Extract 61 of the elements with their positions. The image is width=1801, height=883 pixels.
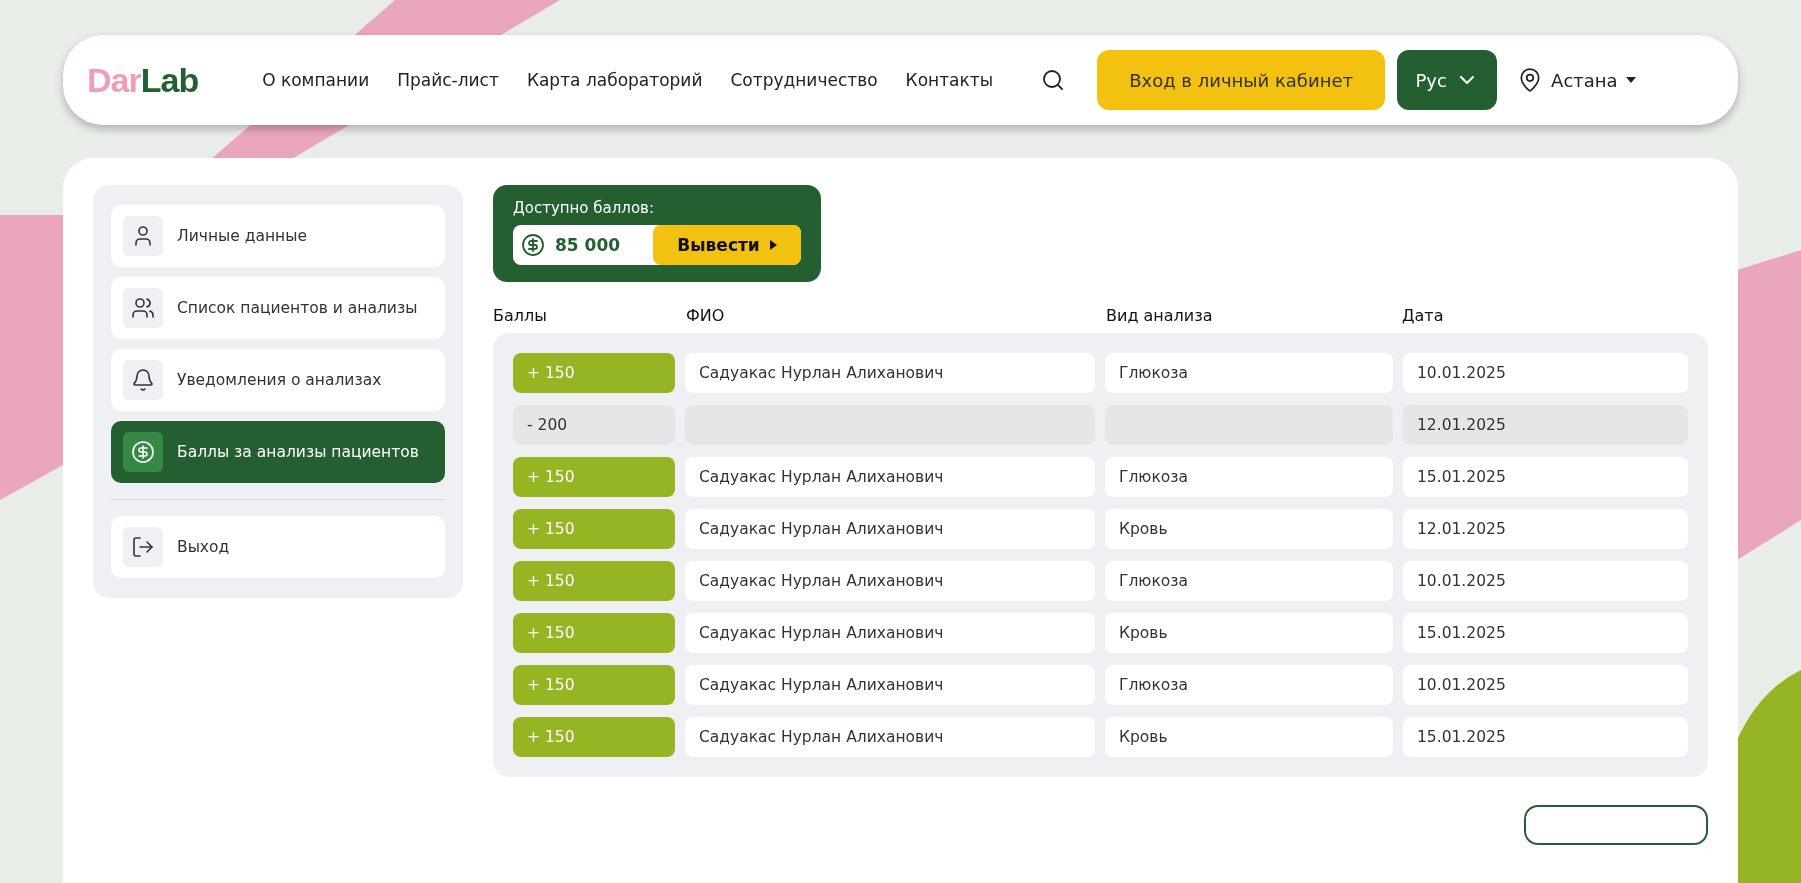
analysis-cell: Кровь: [1105, 717, 1393, 757]
column-header: Вид анализа: [1106, 306, 1214, 325]
points-cell: - 200: [513, 405, 675, 445]
outlined-button[interactable]: [1524, 805, 1708, 845]
bell-icon: [123, 360, 163, 400]
logout-icon: [123, 527, 163, 567]
column-header: Дата: [1402, 306, 1445, 325]
analysis-cell: Глюкоза: [1105, 665, 1393, 705]
analysis-cell: Глюкоза: [1105, 457, 1393, 497]
logout-button[interactable]: Выход: [111, 516, 445, 578]
city-selector[interactable]: Астана: [1511, 66, 1642, 94]
language-button[interactable]: Рус: [1397, 50, 1498, 110]
date-cell: 15.01.2025: [1403, 457, 1688, 497]
date-cell: 10.01.2025: [1403, 665, 1688, 705]
caret-icon: [769, 240, 777, 250]
points-cell: + 150: [513, 665, 675, 705]
users-icon: [123, 288, 163, 328]
analysis-cell: Кровь: [1105, 509, 1393, 549]
name-cell: Садуакас Нурлан Алиханович: [685, 457, 1095, 497]
user-icon: [123, 216, 163, 256]
nav-link[interactable]: О компании: [262, 70, 370, 90]
date-cell: 10.01.2025: [1403, 353, 1688, 393]
dollar-coin-icon: [123, 432, 163, 472]
date-cell: 10.01.2025: [1403, 561, 1688, 601]
nav-link[interactable]: Карта лабораторий: [526, 70, 703, 90]
balance-title: Доступно баллов:: [513, 199, 655, 217]
analysis-cell: Кровь: [1105, 613, 1393, 653]
nav-link[interactable]: Прайс-лист: [397, 70, 499, 90]
dollar-coin-icon: [521, 233, 545, 257]
sidebar-item[interactable]: Список пациентов и анализы: [111, 277, 445, 339]
search-icon[interactable]: [1041, 68, 1066, 92]
points-cell: + 150: [513, 613, 675, 653]
analysis-cell: Глюкоза: [1105, 561, 1393, 601]
date-cell: 15.01.2025: [1403, 613, 1688, 653]
column-header: Баллы: [493, 306, 548, 325]
date-cell: 12.01.2025: [1403, 405, 1688, 445]
points-cell: + 150: [513, 509, 675, 549]
caret-icon: [1625, 77, 1636, 83]
analysis-cell: Глюкоза: [1105, 353, 1393, 393]
column-header: ФИО: [686, 306, 726, 325]
nav-link[interactable]: Сотрудничество: [730, 70, 878, 90]
name-cell: Садуакас Нурлан Алиханович: [685, 665, 1095, 705]
nav-link[interactable]: Контакты: [905, 70, 994, 90]
sidebar-item[interactable]: Уведомления о анализах: [111, 349, 445, 411]
name-cell: Садуакас Нурлан Алиханович: [685, 353, 1095, 393]
date-cell: 15.01.2025: [1403, 717, 1688, 757]
login-button[interactable]: Вход в личный кабинет: [1097, 50, 1386, 110]
balance-amount: 85 000: [555, 235, 621, 255]
points-cell: + 150: [513, 353, 675, 393]
date-cell: 12.01.2025: [1403, 509, 1688, 549]
withdraw-button[interactable]: Вывести: [653, 225, 801, 265]
points-cell: + 150: [513, 457, 675, 497]
sidebar-item[interactable]: Баллы за анализы пациентов: [111, 421, 445, 483]
name-cell: Садуакас Нурлан Алиханович: [685, 509, 1095, 549]
name-cell: Садуакас Нурлан Алиханович: [685, 561, 1095, 601]
points-cell: + 150: [513, 561, 675, 601]
sidebar-item[interactable]: Личные данные: [111, 205, 445, 267]
name-cell: Садуакас Нурлан Алиханович: [685, 717, 1095, 757]
logo[interactable]: DarLab: [87, 60, 199, 100]
name-cell: Садуакас Нурлан Алиханович: [685, 613, 1095, 653]
points-cell: + 150: [513, 717, 675, 757]
